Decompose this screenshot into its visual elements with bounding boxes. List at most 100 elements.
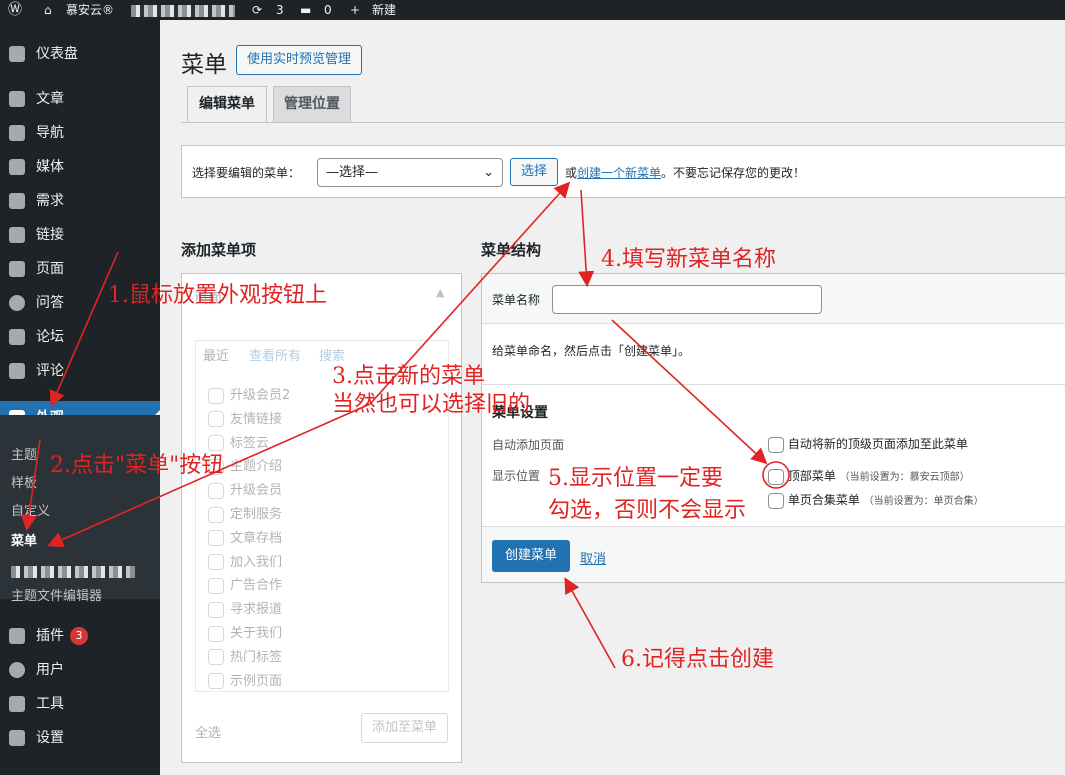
submenu-theme-editor[interactable]: 主题文件编辑器: [11, 587, 102, 607]
menu-name-hint: 给菜单命名，然后点击「创建菜单」。: [492, 344, 691, 358]
page-checklist-label: 寻求报道: [230, 602, 283, 618]
location-option-single[interactable]: 单页合集菜单 （当前设置为：单页合集）: [768, 491, 984, 509]
submenu-templates[interactable]: 样板: [11, 474, 37, 494]
live-preview-button[interactable]: 使用实时预览管理: [236, 45, 362, 75]
select-all-checkbox[interactable]: 全选: [195, 722, 221, 741]
site-name[interactable]: 慕安云®: [66, 0, 114, 20]
location-top-checkbox[interactable]: [768, 468, 784, 485]
page-checkbox[interactable]: [208, 411, 224, 428]
page-checkbox[interactable]: [208, 577, 224, 594]
plugins-update-badge: 3: [70, 627, 88, 645]
tab-recent[interactable]: 最近: [203, 345, 229, 364]
page-checklist-label: 加入我们: [230, 554, 283, 570]
new-link[interactable]: 新建: [372, 0, 396, 20]
page-checklist-item[interactable]: 标签云: [208, 432, 269, 452]
location-label: 显示位置: [492, 469, 541, 483]
create-menu-line: 或创建一个新菜单。不要忘记保存您的更改！: [565, 166, 806, 180]
comment-icon: [9, 363, 25, 379]
page-checkbox[interactable]: [208, 435, 224, 452]
media-icon: [9, 159, 25, 175]
sidebar-item-plugins[interactable]: 插件 3: [0, 619, 160, 653]
home-icon[interactable]: ⌂: [44, 0, 52, 20]
menu-name-label: 菜单名称: [492, 293, 541, 307]
plus-icon[interactable]: +: [350, 0, 360, 20]
page-checklist-label: 主题介绍: [230, 459, 283, 475]
select-button[interactable]: 选择: [510, 158, 558, 186]
page-checkbox[interactable]: [208, 625, 224, 642]
menu-structure-heading: 菜单结构: [481, 241, 542, 259]
sidebar-item-forum[interactable]: 论坛: [0, 320, 160, 354]
sidebar-item-requirements[interactable]: 需求: [0, 184, 160, 218]
page-checklist-item[interactable]: 广告合作: [208, 574, 282, 594]
settings-icon: [9, 730, 25, 746]
comments-count[interactable]: 0: [324, 0, 332, 20]
page-checklist-item[interactable]: 友情链接: [208, 408, 282, 428]
page-checklist-item[interactable]: 热门标签: [208, 646, 282, 666]
menu-name-input[interactable]: [552, 285, 822, 314]
page-checkbox[interactable]: [208, 649, 224, 666]
user-icon: [9, 662, 25, 678]
create-new-menu-link[interactable]: 创建一个新菜单: [577, 166, 661, 180]
tab-edit-menus[interactable]: 编辑菜单: [187, 86, 267, 123]
sidebar-item-settings[interactable]: 设置: [0, 721, 160, 755]
page-checklist-item[interactable]: 定制服务: [208, 503, 282, 523]
page-checklist-item[interactable]: 文章存档: [208, 527, 282, 547]
sidebar-item-navigation[interactable]: 导航: [0, 116, 160, 150]
submenu-themes[interactable]: 主题: [11, 446, 37, 466]
sidebar-item-dashboard[interactable]: 仪表盘: [0, 37, 160, 71]
page-checklist-label: 定制服务: [230, 507, 283, 522]
select-menu-label: 选择要编辑的菜单：: [192, 166, 301, 180]
submenu-blurred-item[interactable]: [11, 562, 135, 582]
submenu-menus[interactable]: 菜单: [11, 532, 37, 552]
page-checklist-item[interactable]: 加入我们: [208, 551, 282, 571]
add-menu-items-heading: 添加菜单项: [181, 241, 257, 259]
updates-icon[interactable]: ⟳: [252, 0, 262, 20]
page-checkbox[interactable]: [208, 673, 224, 690]
comments-icon[interactable]: ▬: [300, 0, 311, 20]
sidebar-item-tools[interactable]: 工具: [0, 687, 160, 721]
cancel-link[interactable]: 取消: [580, 548, 606, 567]
menu-select[interactable]: —选择— ⌄: [317, 158, 503, 187]
sidebar-item-pages[interactable]: 页面: [0, 252, 160, 286]
page-checklist-label: 升级会员: [230, 483, 283, 499]
annotation-step4: 4.填写新菜单名称: [601, 247, 776, 272]
caret-up-icon[interactable]: ▲: [436, 286, 444, 299]
auto-add-option[interactable]: 自动将新的顶级页面添加至此菜单: [768, 435, 968, 453]
page-checkbox[interactable]: [208, 601, 224, 618]
sidebar-item-users[interactable]: 用户: [0, 653, 160, 687]
annotation-step5-line2: 勾选，否则不会显示: [548, 498, 747, 523]
sidebar-item-posts[interactable]: 文章: [0, 82, 160, 116]
sidebar-item-media[interactable]: 媒体: [0, 150, 160, 184]
submenu-customize[interactable]: 自定义: [11, 502, 50, 522]
annotation-step3-line1: 3.点击新的菜单: [332, 364, 485, 389]
location-single-checkbox[interactable]: [768, 492, 784, 509]
page-checkbox[interactable]: [208, 554, 224, 571]
page-checklist-item[interactable]: 升级会员2: [208, 384, 290, 404]
wordpress-logo-icon[interactable]: Ⓦ: [8, 0, 22, 20]
page-checklist-item[interactable]: 升级会员: [208, 479, 282, 499]
page-checklist-item[interactable]: 寻求报道: [208, 598, 282, 618]
page-checklist-item[interactable]: 示例页面: [208, 670, 282, 690]
location-option-top[interactable]: 顶部菜单 （当前设置为：慕安云顶部）: [768, 467, 970, 485]
page-checkbox[interactable]: [208, 387, 224, 404]
page-checkbox[interactable]: [208, 506, 224, 523]
page-checkbox[interactable]: [208, 530, 224, 547]
auto-add-checkbox[interactable]: [768, 436, 784, 453]
tab-view-all[interactable]: 查看所有: [249, 345, 301, 364]
annotation-step5-line1: 5.显示位置一定要: [548, 466, 723, 491]
tab-search[interactable]: 搜索: [319, 345, 345, 364]
page-checklist-label: 友情链接: [230, 411, 283, 427]
tab-manage-locations[interactable]: 管理位置: [273, 86, 351, 122]
sidebar-item-comments[interactable]: 评论: [0, 354, 160, 388]
admin-bar: Ⓦ ⌂ 慕安云® ⟳ 3 ▬ 0 + 新建: [0, 0, 1065, 20]
create-menu-button[interactable]: 创建菜单: [492, 540, 570, 572]
arrow-step6: [564, 577, 616, 669]
settings-divider: [482, 384, 1065, 385]
updates-count[interactable]: 3: [276, 0, 284, 20]
page-checkbox[interactable]: [208, 482, 224, 499]
add-to-menu-button[interactable]: 添加至菜单: [361, 713, 448, 743]
page-checklist-label: 文章存档: [230, 530, 283, 546]
sidebar-item-links[interactable]: 链接: [0, 218, 160, 252]
page-checklist-item[interactable]: 关于我们: [208, 622, 282, 642]
wrench-icon: [9, 696, 25, 712]
